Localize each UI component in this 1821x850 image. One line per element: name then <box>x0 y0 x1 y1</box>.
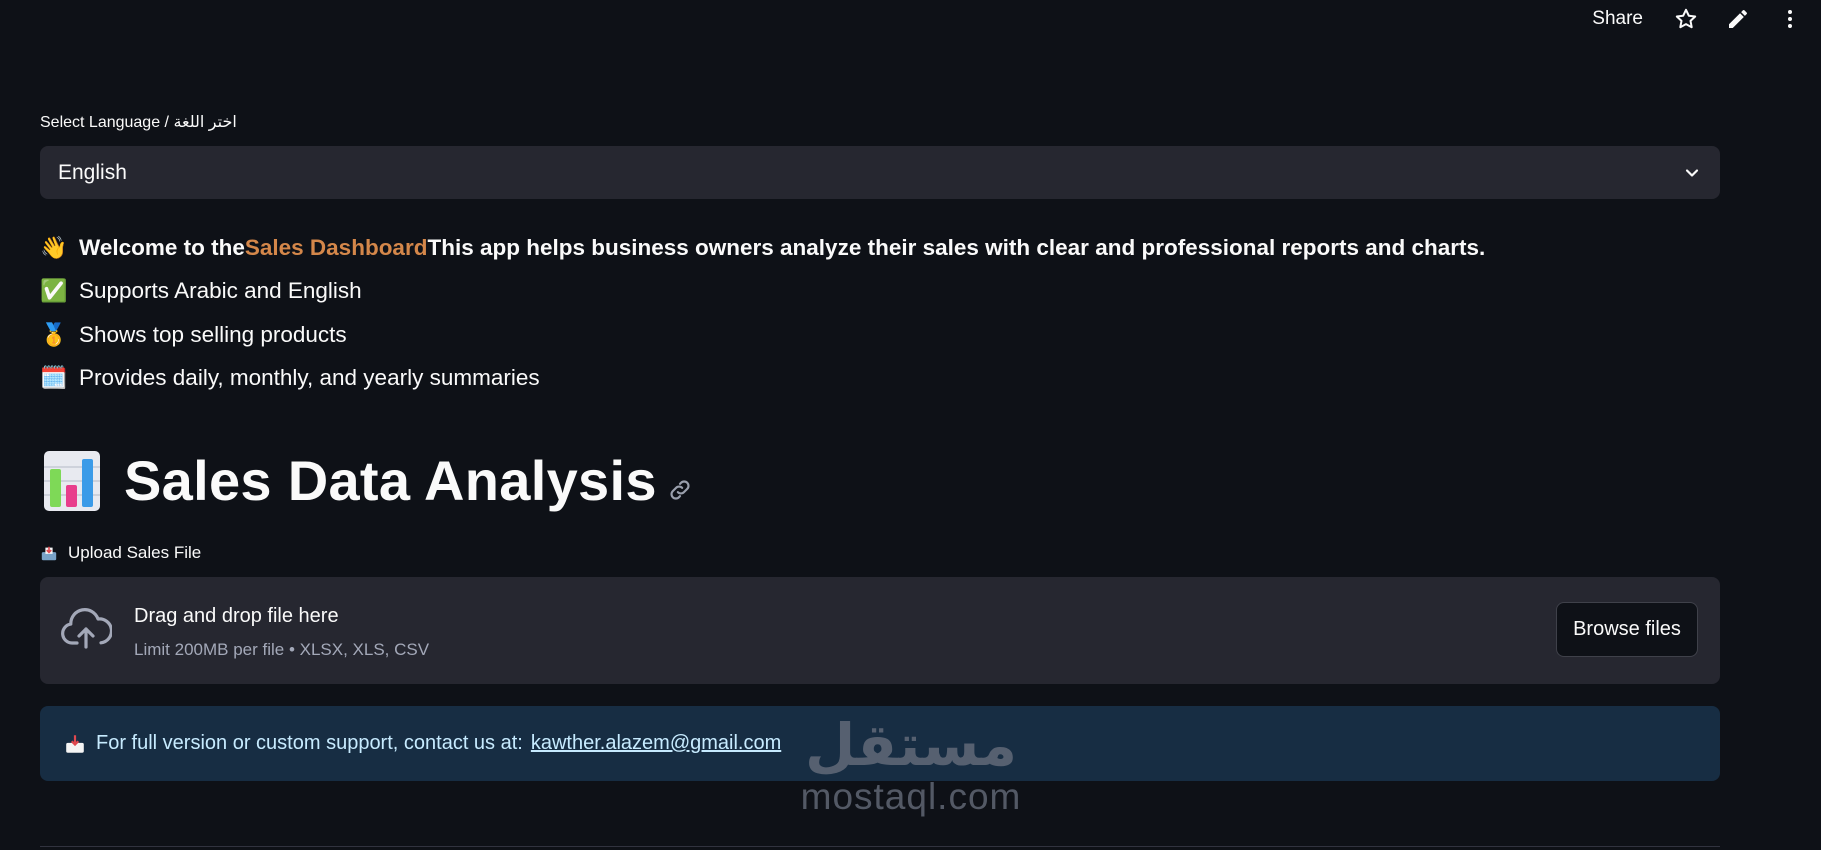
share-button[interactable]: Share <box>1592 8 1643 30</box>
file-dropzone[interactable]: Drag and drop file here Limit 200MB per … <box>40 577 1720 684</box>
chevron-down-icon <box>1685 168 1699 177</box>
feature-item: 🗓️ Provides daily, monthly, and yearly s… <box>40 357 1485 401</box>
feature-item: 🥇 Shows top selling products <box>40 313 1485 357</box>
pencil-icon[interactable] <box>1721 2 1755 36</box>
dropzone-instructions: Drag and drop file here <box>134 605 339 627</box>
feature-text: Provides daily, monthly, and yearly summ… <box>79 365 540 391</box>
language-select[interactable]: English <box>40 146 1720 199</box>
watermark-latin: mostaql.com <box>800 776 1022 817</box>
link-icon[interactable] <box>667 477 693 503</box>
divider <box>40 846 1720 847</box>
contact-text: For full version or custom support, cont… <box>96 732 523 754</box>
kebab-menu-icon[interactable] <box>1773 2 1807 36</box>
welcome-prefix: Welcome to the <box>79 234 245 260</box>
inbox-tray-icon <box>66 734 84 753</box>
page-title-row: Sales Data Analysis <box>40 448 693 513</box>
inbox-tray-icon <box>41 546 57 561</box>
app-name-highlight: Sales Dashboard <box>244 234 428 260</box>
page-title: Sales Data Analysis <box>124 449 657 512</box>
upload-label-text: Upload Sales File <box>68 543 202 562</box>
feature-text: Shows top selling products <box>79 321 347 347</box>
star-icon[interactable] <box>1669 2 1703 36</box>
upload-label: Upload Sales File <box>40 543 201 563</box>
browse-files-button[interactable]: Browse files <box>1556 602 1698 657</box>
dropzone-limit-text: Limit 200MB per file • XLSX, XLS, CSV <box>134 640 430 659</box>
intro-section: 👋 Welcome to the Sales Dashboard This ap… <box>40 226 1485 400</box>
cloud-upload-icon <box>61 608 112 649</box>
calendar-icon: 🗓️ <box>40 365 68 391</box>
medal-icon: 🥇 <box>40 321 68 347</box>
feature-text: Supports Arabic and English <box>79 278 362 304</box>
welcome-suffix: This app helps business owners analyze t… <box>427 234 1486 260</box>
language-select-label: Select Language / اختر اللغة <box>40 114 237 131</box>
bar-chart-icon <box>44 450 100 511</box>
language-select-value: English <box>58 160 127 184</box>
contact-info-banner: For full version or custom support, cont… <box>40 706 1720 781</box>
contact-email-link[interactable]: kawther.alazem@gmail.com <box>531 732 781 755</box>
welcome-line: 👋 Welcome to the Sales Dashboard This ap… <box>40 226 1485 270</box>
feature-item: ✅ Supports Arabic and English <box>40 270 1485 314</box>
top-toolbar: Share <box>1592 0 1821 38</box>
waving-hand-icon: 👋 <box>40 234 68 260</box>
check-mark-icon: ✅ <box>40 278 68 304</box>
